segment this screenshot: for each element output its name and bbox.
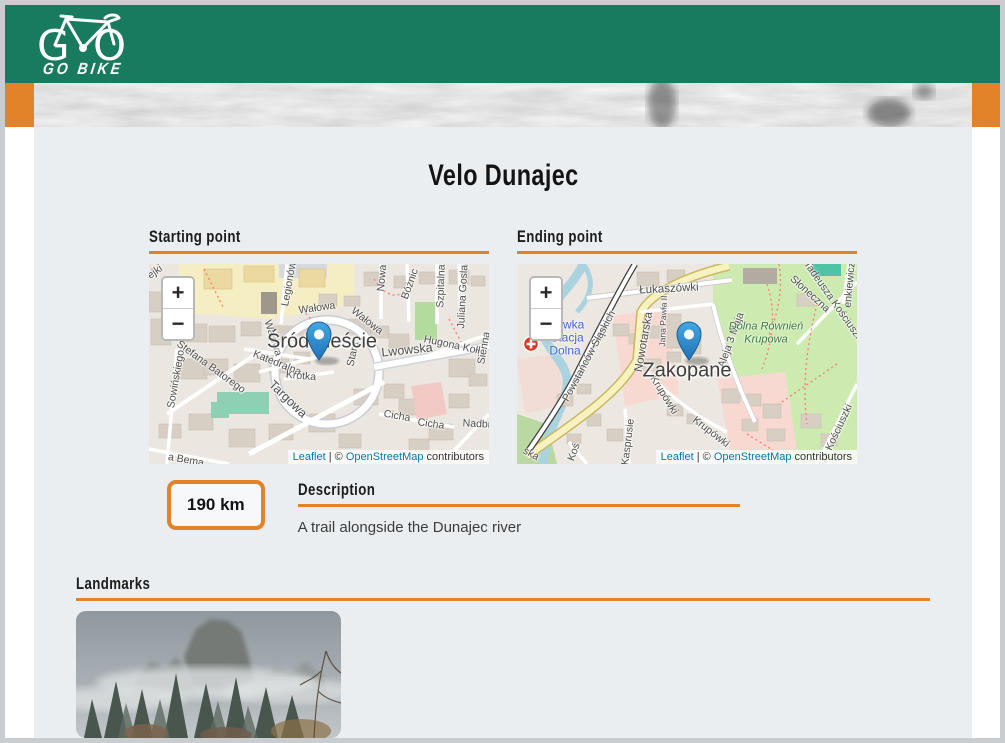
osm-link[interactable]: OpenStreetMap: [346, 451, 424, 463]
header: G O GO BIKE: [5, 5, 1000, 83]
description-text: A trail alongside the Dunajec river: [298, 519, 740, 536]
zoom-in-button[interactable]: +: [163, 278, 193, 308]
landmarks-heading: Landmarks: [76, 574, 930, 601]
station-label-line3: Dolna: [549, 345, 580, 358]
page-title: Velo Dunajec: [34, 159, 972, 193]
zoom-control: + −: [161, 276, 195, 341]
brand-logo[interactable]: G O GO BIKE: [35, 12, 131, 76]
ending-point-heading: Ending point: [517, 227, 857, 254]
street-label: Nadbr: [462, 417, 489, 430]
starting-point-section: Starting point: [149, 227, 489, 464]
osm-link[interactable]: OpenStreetMap: [714, 451, 792, 463]
main-content: Velo Dunajec Starting point: [34, 127, 972, 738]
map-marker-icon[interactable]: [668, 320, 716, 366]
map-attribution: Leaflet | © OpenStreetMap contributors: [288, 450, 489, 464]
leaflet-link[interactable]: Leaflet: [293, 451, 326, 463]
detail-row: 190 km Description A trail alongside the…: [167, 480, 972, 536]
starting-point-heading: Starting point: [149, 227, 489, 254]
attribution-divider: | ©: [694, 451, 714, 463]
map-attribution: Leaflet | © OpenStreetMap contributors: [656, 450, 857, 464]
street-label: Nowa: [375, 264, 389, 292]
ending-point-section: Ending point: [517, 227, 857, 464]
zoom-out-button[interactable]: −: [163, 308, 193, 339]
attribution-contributors: contributors: [791, 451, 852, 463]
maps-row: Starting point: [149, 227, 857, 464]
street-label: Szpitalna: [434, 264, 448, 308]
end-map[interactable]: Łukaszówki Słoneczna enkiewicza Nowotars…: [517, 264, 857, 464]
hero-strip: [5, 83, 1000, 127]
bicycle-icon: G O: [35, 12, 131, 64]
zoom-out-button[interactable]: −: [531, 308, 561, 339]
landmark-photo: [76, 611, 341, 738]
attribution-divider: | ©: [326, 451, 346, 463]
leaflet-link[interactable]: Leaflet: [661, 451, 694, 463]
svg-text:G: G: [37, 21, 70, 64]
start-map[interactable]: Wałowa Wałowa Wałowa Legionów Nowa Bóżni…: [149, 264, 489, 464]
browser-window: G O GO BIKE: [0, 0, 1005, 743]
map-marker-icon[interactable]: [298, 320, 346, 366]
street-label: Krótka: [285, 369, 316, 384]
description-heading: Description: [298, 480, 740, 507]
accent-square-right: [972, 83, 1000, 127]
park-label-line2: Krupowa: [744, 334, 787, 347]
landmarks-section: Landmarks: [76, 574, 930, 738]
zoom-control: + −: [529, 276, 563, 341]
zoom-in-button[interactable]: +: [531, 278, 561, 308]
attribution-contributors: contributors: [423, 451, 484, 463]
distance-badge: 190 km: [167, 480, 265, 530]
brand-text: GO BIKE: [42, 59, 125, 77]
asphalt-texture-image: [34, 83, 972, 127]
accent-square-left: [5, 83, 34, 127]
park-label-line1: Dolna Równień: [729, 321, 804, 334]
description-section: Description A trail alongside the Dunaje…: [298, 480, 740, 536]
